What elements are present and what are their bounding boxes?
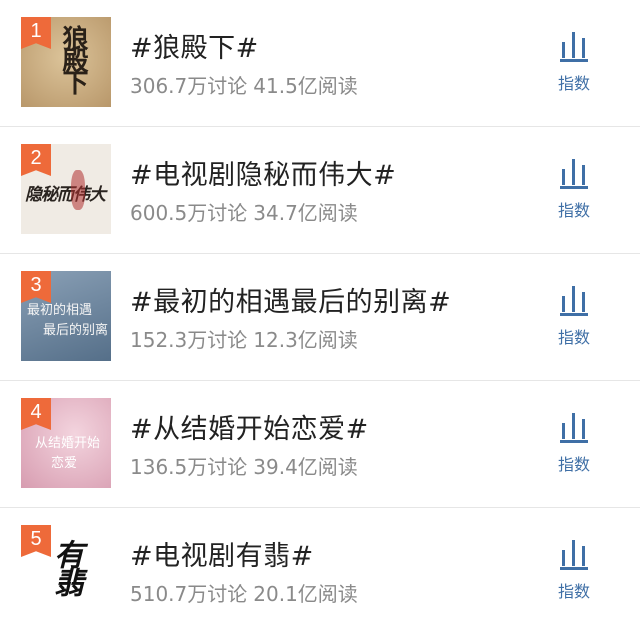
discussion-count: 600.5万讨论	[130, 201, 248, 225]
topic-title[interactable]: #最初的相遇最后的别离#	[130, 280, 451, 319]
topic-stats: 510.7万讨论 20.1亿阅读	[130, 578, 358, 607]
index-label: 指数	[557, 455, 590, 474]
topic-cover[interactable]: 隐秘而伟大 2	[21, 144, 111, 234]
index-button[interactable]: 指数	[548, 26, 600, 96]
list-item[interactable]: 狼殿下 1 #狼殿下# 306.7万讨论 41.5亿阅读 指数	[0, 0, 640, 127]
index-button[interactable]: 指数	[548, 280, 600, 350]
index-button[interactable]: 指数	[548, 153, 600, 223]
index-label: 指数	[557, 582, 590, 601]
topic-stats: 136.5万讨论 39.4亿阅读	[130, 451, 358, 480]
discussion-count: 306.7万讨论	[130, 74, 248, 98]
bar-chart-icon	[560, 159, 588, 189]
hot-topic-list: 狼殿下 1 #狼殿下# 306.7万讨论 41.5亿阅读 指数 隐秘而伟大 2 #…	[0, 0, 640, 623]
list-item[interactable]: 有翡 5 #电视剧有翡# 510.7万讨论 20.1亿阅读 指数	[0, 508, 640, 623]
read-count: 12.3亿阅读	[253, 328, 358, 352]
topic-cover[interactable]: 从结婚开始 恋爱 4	[21, 398, 111, 488]
discussion-count: 136.5万讨论	[130, 455, 248, 479]
read-count: 20.1亿阅读	[253, 582, 358, 606]
topic-cover[interactable]: 最初的相遇 最后的别离 3	[21, 271, 111, 361]
topic-stats: 306.7万讨论 41.5亿阅读	[130, 70, 358, 99]
list-item[interactable]: 最初的相遇 最后的别离 3 #最初的相遇最后的别离# 152.3万讨论 12.3亿…	[0, 254, 640, 381]
read-count: 34.7亿阅读	[253, 201, 358, 225]
read-count: 41.5亿阅读	[253, 74, 358, 98]
bar-chart-icon	[560, 540, 588, 570]
topic-cover[interactable]: 狼殿下 1	[21, 17, 111, 107]
bar-chart-icon	[560, 32, 588, 62]
bar-chart-icon	[560, 413, 588, 443]
topic-cover[interactable]: 有翡 5	[21, 525, 111, 615]
rank-badge: 2	[21, 144, 51, 176]
index-label: 指数	[557, 201, 590, 220]
index-button[interactable]: 指数	[548, 407, 600, 477]
index-label: 指数	[557, 328, 590, 347]
topic-title[interactable]: #电视剧有翡#	[130, 534, 314, 573]
index-button[interactable]: 指数	[548, 534, 600, 604]
topic-stats: 152.3万讨论 12.3亿阅读	[130, 324, 358, 353]
discussion-count: 152.3万讨论	[130, 328, 248, 352]
topic-title[interactable]: #电视剧隐秘而伟大#	[130, 153, 396, 192]
list-item[interactable]: 从结婚开始 恋爱 4 #从结婚开始恋爱# 136.5万讨论 39.4亿阅读 指数	[0, 381, 640, 508]
list-item[interactable]: 隐秘而伟大 2 #电视剧隐秘而伟大# 600.5万讨论 34.7亿阅读 指数	[0, 127, 640, 254]
index-label: 指数	[557, 74, 590, 93]
topic-stats: 600.5万讨论 34.7亿阅读	[130, 197, 358, 226]
bar-chart-icon	[560, 286, 588, 316]
rank-badge: 5	[21, 525, 51, 557]
discussion-count: 510.7万讨论	[130, 582, 248, 606]
read-count: 39.4亿阅读	[253, 455, 358, 479]
topic-title[interactable]: #狼殿下#	[130, 26, 259, 65]
topic-title[interactable]: #从结婚开始恋爱#	[130, 407, 369, 446]
